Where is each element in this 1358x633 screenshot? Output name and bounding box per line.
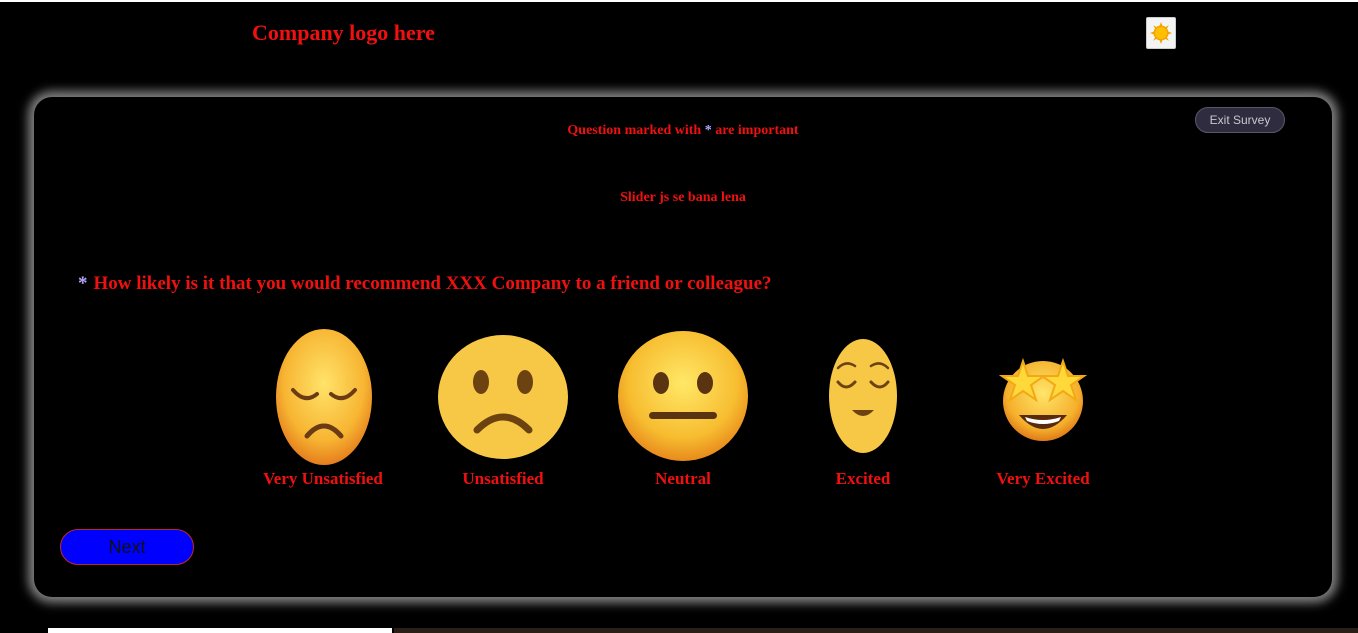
option-label: Very Unsatisfied	[263, 469, 383, 488]
option-label: Excited	[835, 469, 891, 488]
neutral-face-icon	[618, 331, 748, 461]
option-neutral[interactable]: Neutral	[593, 97, 773, 497]
relieved-face-icon	[829, 339, 897, 453]
option-unsatisfied[interactable]: Unsatisfied	[413, 97, 593, 497]
option-label: Neutral	[655, 469, 711, 488]
top-border	[0, 0, 1358, 2]
option-excited[interactable]: Excited	[773, 97, 953, 497]
option-label: Unsatisfied	[462, 469, 544, 488]
sun-icon	[1150, 22, 1172, 44]
bottom-strip-light	[48, 628, 392, 633]
survey-card: Exit Survey Question marked with * are i…	[34, 97, 1332, 597]
option-label: Very Excited	[996, 469, 1090, 488]
theme-toggle-button[interactable]	[1146, 17, 1176, 49]
frowning-face-icon	[438, 335, 568, 459]
next-button[interactable]: Next	[60, 529, 194, 565]
option-very-unsatisfied[interactable]: Very Unsatisfied	[233, 97, 413, 497]
option-very-excited[interactable]: Very Excited	[953, 97, 1133, 497]
star-struck-face-icon	[999, 357, 1087, 441]
company-logo: Company logo here	[252, 20, 435, 45]
page-bottom-strip	[0, 624, 1358, 633]
disappointed-face-icon	[276, 329, 372, 465]
bottom-strip-dark	[394, 628, 1358, 633]
question-required-star: *	[78, 273, 88, 294]
